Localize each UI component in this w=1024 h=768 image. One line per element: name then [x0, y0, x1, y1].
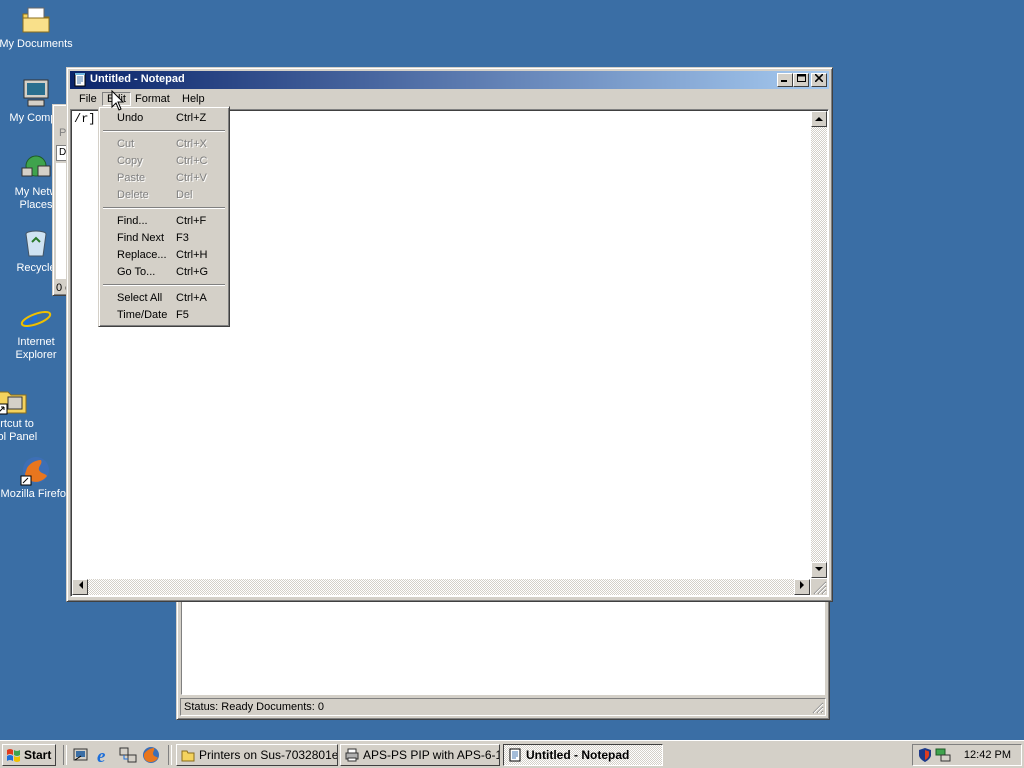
resize-grip-icon	[813, 581, 827, 595]
show-desktop-icon[interactable]	[72, 746, 90, 764]
network-tray-icon[interactable]	[935, 747, 951, 763]
arrow-right-icon	[799, 581, 804, 589]
taskbar-button-notepad[interactable]: Untitled - Notepad	[503, 744, 663, 766]
firefox-icon[interactable]	[142, 746, 160, 764]
taskbar: Start e Printers on Sus-7032801e... APS-…	[0, 740, 1024, 768]
taskbar-button-printers[interactable]: Printers on Sus-7032801e...	[176, 744, 338, 766]
vertical-scrollbar[interactable]	[811, 111, 827, 578]
task-label: APS-PS PIP with APS-6-1...	[363, 748, 500, 762]
desktop-icon-label: Mozilla Firefox	[0, 488, 72, 500]
task-label: Untitled - Notepad	[526, 748, 630, 762]
notepad-icon	[74, 73, 86, 87]
maximize-icon	[796, 74, 806, 82]
resize-grip-icon[interactable]	[812, 702, 824, 714]
desktop-icon-label-line2: Explorer	[15, 349, 57, 361]
computer-icon	[20, 78, 52, 110]
menu-item-paste[interactable]: Paste Ctrl+V	[102, 170, 226, 187]
folder-icon	[20, 4, 52, 36]
desktop-icon-internet-explorer[interactable]: e Internet Explorer	[0, 301, 74, 362]
printers-document-list[interactable]	[181, 597, 825, 695]
menu-item-delete[interactable]: Delete Del	[102, 187, 226, 204]
recycle-bin-icon	[20, 228, 52, 260]
scroll-down-button[interactable]	[811, 562, 827, 578]
printers-status-bar: Status: Ready Documents: 0	[180, 698, 826, 716]
taskbar-divider	[63, 745, 67, 765]
clock[interactable]: 12:42 PM	[964, 749, 1011, 761]
desktop-icon-label-line2: trol Panel	[0, 431, 38, 443]
desktop-icon-label: ortcut to	[0, 418, 34, 430]
close-icon	[814, 73, 824, 83]
menu-separator	[103, 207, 225, 209]
scrollbar-corner[interactable]	[811, 579, 827, 595]
desktop-icon-label: My Documents	[0, 38, 73, 50]
menu-file[interactable]: File	[74, 92, 102, 106]
menu-format[interactable]: Format	[130, 92, 175, 106]
windows-logo-icon	[7, 749, 20, 762]
antivirus-shield-icon[interactable]	[917, 747, 933, 763]
scroll-right-button[interactable]	[794, 579, 810, 595]
printers-status-text: Status: Ready Documents: 0	[184, 701, 325, 713]
svg-text:e: e	[97, 746, 106, 764]
menu-item-copy[interactable]: Copy Ctrl+C	[102, 153, 226, 170]
menu-item-undo[interactable]: Undo Ctrl+Z	[102, 110, 226, 127]
desktop-icon-control-panel-shortcut[interactable]: ortcut to trol Panel	[0, 384, 52, 444]
system-tray: 12:42 PM	[912, 744, 1022, 766]
menu-separator	[103, 284, 225, 286]
desktop-icon-label: Internet	[17, 336, 55, 348]
horizontal-scrollbar[interactable]	[72, 579, 810, 595]
firefox-icon	[20, 454, 52, 486]
task-label: Printers on Sus-7032801e...	[199, 748, 338, 762]
arrow-up-icon	[815, 117, 823, 121]
arrow-down-icon	[815, 567, 823, 571]
taskbar-button-aps-pip[interactable]: APS-PS PIP with APS-6-1...	[340, 744, 500, 766]
menu-item-cut[interactable]: Cut Ctrl+X	[102, 136, 226, 153]
menu-help[interactable]: Help	[177, 92, 210, 106]
desktop-icon-mozilla-firefox[interactable]: Mozilla Firefox	[0, 454, 74, 501]
close-button[interactable]	[811, 73, 827, 87]
taskbar-divider	[168, 745, 172, 765]
control-panel-icon	[0, 384, 28, 416]
network-connections-icon[interactable]	[119, 746, 137, 764]
maximize-button[interactable]	[793, 73, 809, 87]
menu-separator	[103, 130, 225, 132]
start-button[interactable]: Start	[2, 744, 56, 766]
menu-item-select-all[interactable]: Select All Ctrl+A	[102, 290, 226, 307]
menu-item-find-next[interactable]: Find Next F3	[102, 230, 226, 247]
printer-icon	[345, 748, 359, 762]
scroll-left-button[interactable]	[72, 579, 88, 595]
minimize-button[interactable]	[777, 73, 793, 87]
mouse-cursor-icon	[111, 90, 125, 111]
notepad-text: /r]	[74, 112, 96, 126]
menu-item-find[interactable]: Find... Ctrl+F	[102, 213, 226, 230]
edit-menu-dropdown: Undo Ctrl+Z Cut Ctrl+X Copy Ctrl+C Paste Ctr…	[98, 106, 230, 327]
notepad-title-bar[interactable]: Untitled - Notepad	[70, 71, 829, 89]
notepad-title: Untitled - Notepad	[90, 73, 185, 85]
menu-item-replace[interactable]: Replace... Ctrl+H	[102, 247, 226, 264]
internet-explorer-icon[interactable]: e	[96, 746, 114, 764]
notepad-icon	[509, 748, 521, 762]
menu-item-go-to[interactable]: Go To... Ctrl+G	[102, 264, 226, 281]
minimize-icon	[781, 80, 787, 82]
desktop-icon-my-documents[interactable]: My Documents	[0, 4, 74, 51]
printers-window[interactable]: Status: Ready Documents: 0	[176, 596, 830, 720]
folder-icon	[181, 750, 195, 762]
scroll-up-button[interactable]	[811, 111, 827, 127]
network-icon	[20, 152, 52, 184]
arrow-left-icon	[78, 581, 83, 589]
internet-explorer-icon: e	[20, 301, 52, 338]
start-label: Start	[24, 748, 52, 762]
menu-item-time-date[interactable]: Time/Date F5	[102, 307, 226, 324]
